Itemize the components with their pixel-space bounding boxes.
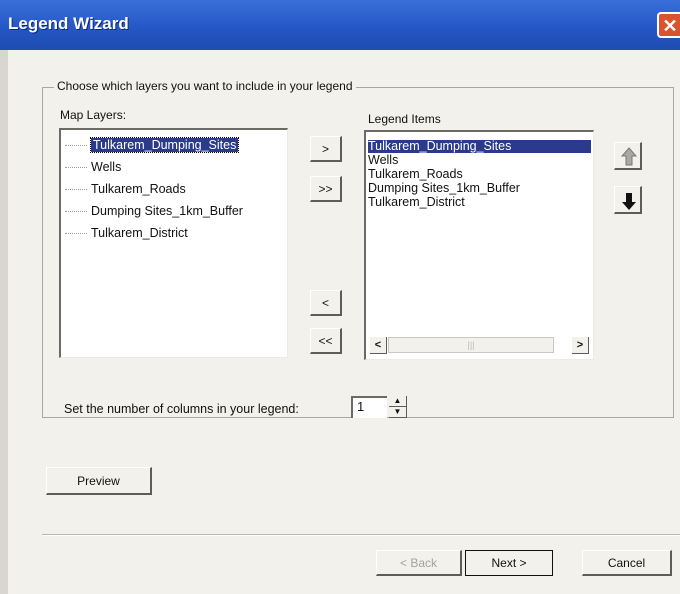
spin-up-icon[interactable]: ▲	[389, 396, 407, 407]
move-down-button[interactable]	[614, 186, 642, 214]
cancel-button[interactable]: Cancel	[582, 550, 672, 576]
dialog-client: Choose which layers you want to include …	[8, 50, 680, 594]
columns-input[interactable]: 1	[351, 396, 387, 418]
map-layer-item[interactable]: Tulkarem_District	[65, 226, 188, 244]
legend-item[interactable]: Tulkarem_Dumping_Sites	[368, 140, 591, 153]
back-button[interactable]: < Back	[376, 550, 462, 576]
close-button[interactable]: ✕	[657, 12, 680, 38]
spin-down-icon[interactable]: ▼	[389, 407, 407, 418]
window-title: Legend Wizard	[8, 14, 129, 33]
move-up-button[interactable]	[614, 142, 642, 170]
map-layer-item[interactable]: Dumping Sites_1km_Buffer	[65, 204, 243, 222]
add-all-layers-button[interactable]: >>	[310, 176, 342, 202]
legend-horizontal-scrollbar[interactable]: < ||| >	[370, 337, 589, 355]
remove-all-layers-button[interactable]: <<	[310, 328, 342, 354]
map-layer-item[interactable]: Tulkarem_Roads	[65, 182, 186, 200]
divider	[42, 534, 680, 536]
map-layer-item[interactable]: Wells	[65, 160, 121, 178]
scroll-thumb[interactable]: |||	[388, 337, 554, 353]
add-layer-button[interactable]: >	[310, 136, 342, 162]
map-layers-label: Map Layers:	[60, 108, 127, 122]
legend-item[interactable]: Tulkarem_Roads	[368, 168, 591, 181]
arrow-up-icon	[620, 147, 638, 166]
legend-items-label: Legend Items	[368, 112, 441, 126]
columns-spin-buttons[interactable]: ▲ ▼	[389, 396, 407, 418]
legend-item[interactable]: Tulkarem_District	[368, 196, 591, 209]
group-label: Choose which layers you want to include …	[54, 79, 356, 93]
scroll-right-button[interactable]: >	[572, 337, 589, 354]
legend-items-list[interactable]: Tulkarem_Dumping_Sites Wells Tulkarem_Ro…	[364, 130, 594, 360]
arrow-down-icon	[622, 193, 636, 210]
title-bar: Legend Wizard ✕	[0, 0, 680, 50]
legend-item[interactable]: Wells	[368, 154, 591, 167]
next-button[interactable]: Next >	[465, 550, 553, 576]
map-layer-item[interactable]: Tulkarem_Dumping_Sites	[65, 137, 240, 156]
columns-label: Set the number of columns in your legend…	[64, 402, 299, 416]
preview-button[interactable]: Preview	[46, 467, 152, 495]
remove-layer-button[interactable]: <	[310, 290, 342, 316]
legend-item[interactable]: Dumping Sites_1km_Buffer	[368, 182, 591, 195]
map-layers-list[interactable]: Tulkarem_Dumping_Sites Wells Tulkarem_Ro…	[59, 128, 288, 358]
columns-spinner[interactable]: 1 ▲ ▼	[351, 396, 411, 418]
scroll-left-button[interactable]: <	[370, 337, 387, 354]
